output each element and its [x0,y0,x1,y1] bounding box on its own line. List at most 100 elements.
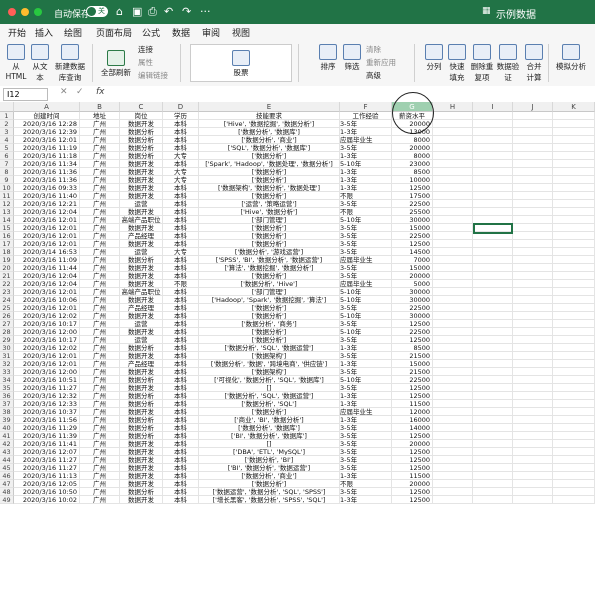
cell-i[interactable] [473,112,513,120]
cell-skills[interactable]: ['数据架构'] [199,368,340,376]
table-row[interactable]: 8 2020/3/16 11:36 广州 数据开发 大专 ['数据分析'] 1-3年 8500 [0,168,595,176]
cell-k[interactable] [553,176,595,184]
cell-skills[interactable]: ['部门管理'] [199,216,340,224]
table-row[interactable]: 36 2020/3/16 12:32 广州 数据分析 本科 ['数据分析', 'SQL',… [0,392,595,400]
cell-h[interactable] [433,304,473,312]
cell-h[interactable] [433,216,473,224]
cell-created-time[interactable]: 2020/3/16 11:27 [14,456,80,464]
cell-salary[interactable]: 21500 [392,352,433,360]
cell-j[interactable] [513,368,553,376]
cell-h[interactable] [433,360,473,368]
cell-address[interactable]: 广州 [80,184,120,192]
cell-education[interactable]: 本科 [163,336,199,344]
cell-experience[interactable]: 1-3年 [340,496,392,504]
cell-j[interactable] [513,344,553,352]
cell-h[interactable] [433,192,473,200]
cell-experience[interactable]: 1-3年 [340,152,392,160]
cell-j[interactable] [513,152,553,160]
cell-i[interactable] [473,288,513,296]
cell-k[interactable] [553,136,595,144]
cell-created-time[interactable]: 2020/3/16 12:01 [14,240,80,248]
tab-page-layout[interactable]: 页面布局 [96,26,132,39]
tab-draw[interactable]: 绘图 [64,26,82,39]
cell-created-time[interactable]: 2020/3/16 11:36 [14,168,80,176]
cell-created-time[interactable]: 2020/3/16 12:00 [14,368,80,376]
cell-position[interactable]: 数据开发 [120,296,163,304]
cell-k[interactable] [553,280,595,288]
row-header[interactable]: 5 [0,144,14,152]
cell-j[interactable] [513,304,553,312]
cell-created-time[interactable]: 2020/3/16 12:32 [14,392,80,400]
cell-address[interactable]: 广州 [80,304,120,312]
row-header[interactable]: 43 [0,448,14,456]
cell-skills[interactable]: ['数据分析'] [199,480,340,488]
cell-experience[interactable]: 3-5年 [340,456,392,464]
cell-education[interactable]: 本科 [163,472,199,480]
cell-salary[interactable]: 12500 [392,464,433,472]
cell-i[interactable] [473,312,513,320]
cell-created-time[interactable]: 2020/3/16 12:02 [14,344,80,352]
cell-skills[interactable]: ['数据分析'] [199,336,340,344]
cell-j[interactable] [513,312,553,320]
cell-address[interactable]: 广州 [80,376,120,384]
cell-k[interactable] [553,232,595,240]
table-row[interactable]: 21 2020/3/16 12:04 广州 数据开发 本科 ['数据分析'] 3-5年 200… [0,272,595,280]
cell-education[interactable]: 本科 [163,304,199,312]
cell-experience[interactable]: 应届毕业生 [340,408,392,416]
cell-h[interactable] [433,256,473,264]
refresh-all-button[interactable]: 全部刷新 [96,50,136,78]
cell-skills[interactable]: ['数据分析', 'BI'] [199,456,340,464]
row-header[interactable]: 34 [0,376,14,384]
cell-h[interactable] [433,328,473,336]
cell-k[interactable] [553,328,595,336]
row-header[interactable]: 36 [0,392,14,400]
cell-address[interactable]: 广州 [80,160,120,168]
cell-i[interactable] [473,240,513,248]
cell-created-time[interactable]: 2020/3/16 12:33 [14,400,80,408]
row-header[interactable]: 42 [0,440,14,448]
cell-k[interactable] [553,456,595,464]
cell-h[interactable] [433,272,473,280]
cell-salary[interactable]: 23000 [392,160,433,168]
cell-address[interactable]: 广州 [80,216,120,224]
cell-j[interactable] [513,264,553,272]
cell-address[interactable]: 广州 [80,400,120,408]
cell-address[interactable]: 广州 [80,456,120,464]
cell-k[interactable] [553,224,595,232]
redo-icon[interactable]: ↷ [182,5,191,18]
cell-position[interactable]: 运营 [120,200,163,208]
cell-j[interactable] [513,280,553,288]
cell-h[interactable] [433,320,473,328]
cell-salary[interactable]: 15000 [392,224,433,232]
cell-position[interactable]: 运营 [120,320,163,328]
cell-i[interactable] [473,456,513,464]
table-row[interactable]: 43 2020/3/16 12:07 广州 数据开发 本科 ['DBA', 'ETL', … [0,448,595,456]
cell-skills[interactable]: ['数据分析', 'Hive'] [199,280,340,288]
row-header[interactable]: 13 [0,208,14,216]
cell-skills[interactable]: ['数据分析', 'SQL'] [199,400,340,408]
cell-education[interactable]: 本科 [163,344,199,352]
cell-skills[interactable]: 技能要求 [199,112,340,120]
zoom-window-button[interactable] [34,8,42,16]
cell-salary[interactable]: 12500 [392,456,433,464]
cell-experience[interactable]: 3-5年 [340,424,392,432]
cell-created-time[interactable]: 2020/3/16 12:00 [14,328,80,336]
cell-address[interactable]: 广州 [80,264,120,272]
cell-experience[interactable]: 1-3年 [340,392,392,400]
cell-i[interactable] [473,160,513,168]
row-header[interactable]: 3 [0,128,14,136]
table-row[interactable]: 18 2020/3/14 16:53 广州 运营 大专 ['数据分析', '游戏运营'] 3… [0,248,595,256]
cell-h[interactable] [433,336,473,344]
select-all-corner[interactable] [0,102,14,112]
cell-j[interactable] [513,256,553,264]
cell-k[interactable] [553,152,595,160]
cell-skills[interactable]: ['数据分析', '数据库'] [199,128,340,136]
cell-address[interactable]: 广州 [80,312,120,320]
cell-skills[interactable]: ['Hive', '数据挖掘', '数据分析'] [199,120,340,128]
row-header[interactable]: 41 [0,432,14,440]
row-header[interactable]: 25 [0,304,14,312]
table-row[interactable]: 37 2020/3/16 12:33 广州 数据分析 本科 ['数据分析', 'SQL']… [0,400,595,408]
cell-skills[interactable]: ['数据架构'] [199,352,340,360]
cell-position[interactable]: 高端产品职位 [120,288,163,296]
cell-position[interactable]: 数据开发 [120,448,163,456]
